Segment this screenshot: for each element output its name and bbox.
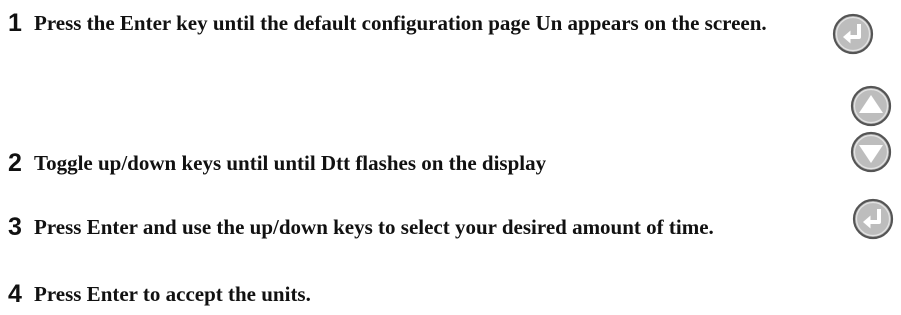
enter-icon [832,13,874,55]
down-arrow-icon [850,131,892,173]
step-text: Press Enter to accept the units. [34,282,311,306]
step-text: Press the Enter key until the default co… [34,11,767,35]
step-text: Press Enter and use the up/down keys to … [34,215,714,239]
step-text: Toggle up/down keys until until Dtt flas… [34,151,547,175]
step-number: 2 [8,149,22,177]
step-number: 3 [8,213,22,241]
step-number: 4 [8,280,22,308]
enter-icon [852,198,894,240]
up-arrow-icon [850,85,892,127]
step-number: 1 [8,9,22,37]
